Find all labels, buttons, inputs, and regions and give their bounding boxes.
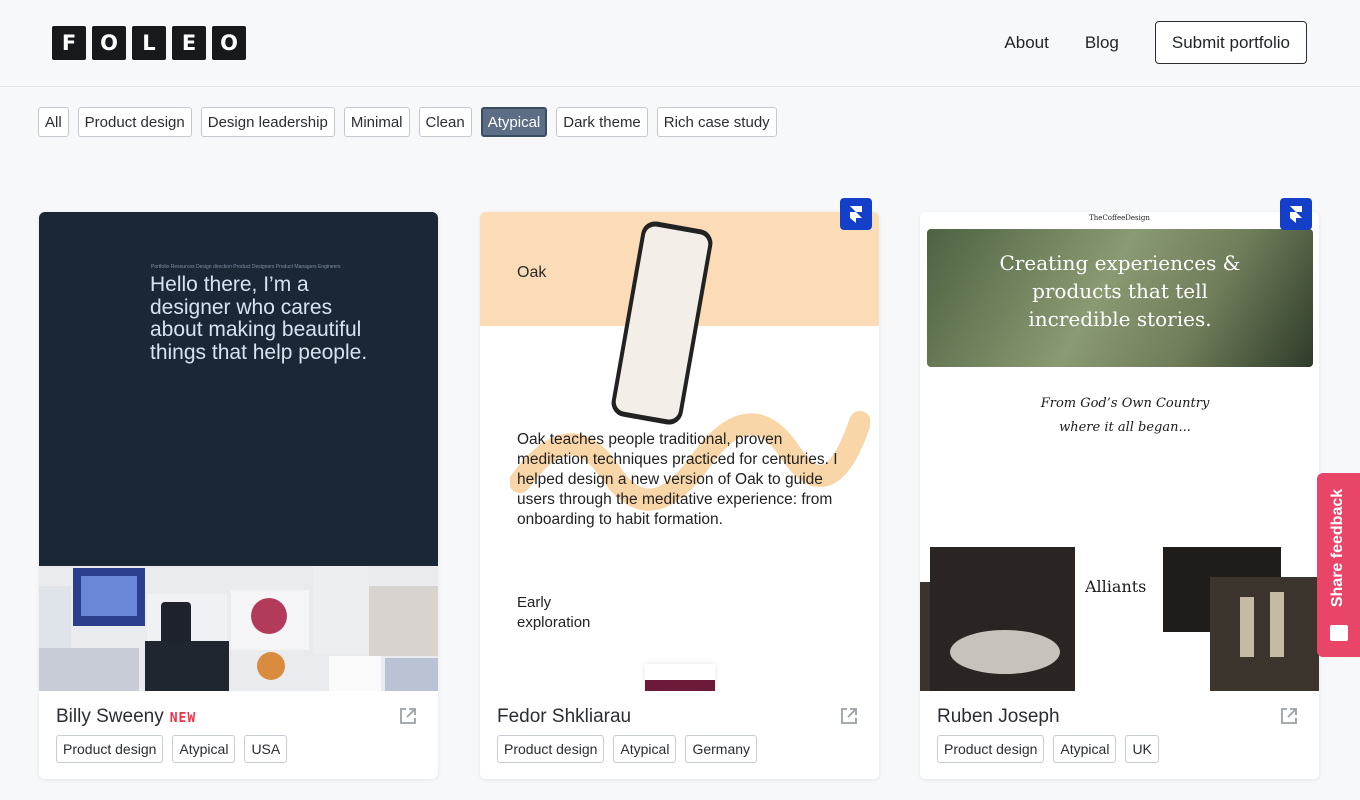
- preview-nav: Portfolio Resources Design direction Pro…: [151, 264, 341, 270]
- preview-project-title: Alliants: [1085, 577, 1147, 596]
- designer-name-text: Billy Sweeny: [56, 706, 164, 727]
- designer-name-text: Fedor Shkliarau: [497, 706, 632, 727]
- share-feedback-button[interactable]: Share feedback: [1317, 473, 1360, 657]
- main-nav: About Blog Submit portfolio: [1004, 21, 1307, 64]
- tag[interactable]: Germany: [685, 735, 758, 763]
- tag[interactable]: Product design: [497, 735, 605, 763]
- filter-chip-product-design[interactable]: Product design: [77, 107, 192, 137]
- tag[interactable]: Atypical: [613, 735, 677, 763]
- preview-photo-strip: [920, 547, 1319, 691]
- portfolio-card[interactable]: Oak Oak teaches people traditional, prov…: [480, 198, 879, 779]
- chat-icon: [1330, 625, 1348, 641]
- site-header: F O L E O About Blog Submit portfolio: [0, 0, 1360, 87]
- logo-letter: F: [52, 26, 86, 60]
- filter-chip-design-leadership[interactable]: Design leadership: [200, 107, 335, 137]
- logo-letter: L: [132, 26, 166, 60]
- logo-letter: E: [172, 26, 206, 60]
- preview-bottom-tile: [645, 664, 715, 691]
- logo-letter: O: [212, 26, 246, 60]
- logo-letter: O: [92, 26, 126, 60]
- foleo-logo[interactable]: F O L E O: [52, 26, 246, 60]
- tag[interactable]: UK: [1125, 735, 1159, 763]
- portfolio-preview[interactable]: Oak Oak teaches people traditional, prov…: [480, 212, 879, 691]
- filter-chip-rich-case-study[interactable]: Rich case study: [656, 107, 777, 137]
- filter-chip-atypical[interactable]: Atypical: [480, 107, 548, 137]
- preview-body-text: Oak teaches people traditional, proven m…: [517, 431, 838, 528]
- external-link-icon[interactable]: [398, 706, 418, 726]
- submit-portfolio-button[interactable]: Submit portfolio: [1154, 21, 1307, 64]
- tag[interactable]: Product design: [56, 735, 164, 763]
- tag-list: Product design Atypical UK: [937, 735, 1159, 763]
- preview-section-title: Early exploration: [517, 594, 591, 631]
- tag[interactable]: Atypical: [1053, 735, 1117, 763]
- external-link-icon[interactable]: [839, 706, 859, 726]
- designer-name[interactable]: Billy Sweeny NEW: [56, 706, 196, 728]
- filter-chip-dark-theme[interactable]: Dark theme: [556, 107, 648, 137]
- preview-title: Oak: [517, 264, 547, 281]
- tag[interactable]: Product design: [937, 735, 1045, 763]
- preview-hero-text: Hello there, I’m a designer who cares ab…: [150, 273, 368, 364]
- filter-chip-all[interactable]: All: [38, 107, 69, 137]
- designer-name-text: Ruben Joseph: [937, 706, 1060, 727]
- filter-bar: All Product design Design leadership Min…: [38, 107, 777, 137]
- nav-blog-link[interactable]: Blog: [1085, 33, 1119, 53]
- portfolio-card[interactable]: TheCoffeeDesign Creating experiences & p…: [920, 198, 1319, 779]
- framer-icon: [840, 198, 872, 230]
- tag-list: Product design Atypical Germany: [497, 735, 758, 763]
- designer-name[interactable]: Ruben Joseph: [937, 706, 1060, 728]
- portfolio-card[interactable]: Portfolio Resources Design direction Pro…: [39, 212, 438, 779]
- tag-list: Product design Atypical USA: [56, 735, 288, 763]
- filter-chip-clean[interactable]: Clean: [418, 107, 472, 137]
- portfolio-preview[interactable]: Portfolio Resources Design direction Pro…: [39, 212, 438, 691]
- new-badge: NEW: [169, 711, 197, 726]
- tag[interactable]: Atypical: [172, 735, 236, 763]
- designer-name[interactable]: Fedor Shkliarau: [497, 706, 631, 728]
- share-feedback-label: Share feedback: [1329, 488, 1347, 608]
- framer-icon: [1280, 198, 1312, 230]
- preview-site-name: TheCoffeeDesign: [1089, 214, 1150, 222]
- preview-story-text: From God’s Own Country where it all bega…: [1040, 396, 1210, 435]
- external-link-icon[interactable]: [1279, 706, 1299, 726]
- tag[interactable]: USA: [244, 735, 288, 763]
- preview-hero-text: Creating experiences & products that tel…: [999, 251, 1241, 331]
- nav-about-link[interactable]: About: [1004, 33, 1048, 53]
- preview-collage: [39, 566, 438, 691]
- portfolio-preview[interactable]: TheCoffeeDesign Creating experiences & p…: [920, 212, 1319, 691]
- filter-chip-minimal[interactable]: Minimal: [343, 107, 410, 137]
